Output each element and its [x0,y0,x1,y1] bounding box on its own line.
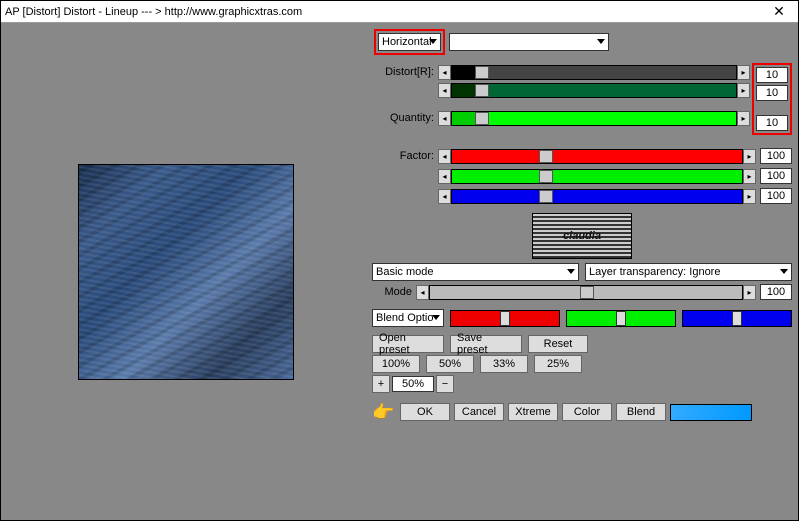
direction-dropdown[interactable]: Horizontal [378,33,441,51]
arrow-left-icon[interactable]: ◂ [438,189,451,204]
arrow-left-icon[interactable]: ◂ [438,83,451,98]
factor-r-value[interactable]: 100 [760,148,792,164]
ok-button[interactable]: OK [400,403,450,421]
zoom-50-button[interactable]: 50% [426,355,474,373]
arrow-left-icon[interactable]: ◂ [438,65,451,80]
arrow-right-icon[interactable]: ▸ [737,65,750,80]
reset-button[interactable]: Reset [528,335,588,353]
layer-dropdown[interactable]: Layer transparency: Ignore [585,263,792,281]
quantity-value[interactable]: 10 [756,115,788,131]
zoom-out-button[interactable]: − [436,375,454,393]
arrow-left-icon[interactable]: ◂ [416,285,429,300]
mode-slider[interactable]: ◂ ▸ [416,285,756,300]
blend-button[interactable]: Blend [616,403,666,421]
distort-r-value[interactable]: 10 [756,67,788,83]
preview-area [3,25,368,518]
titlebar: AP [Distort] Distort - Lineup --- > http… [1,1,798,23]
preview-image[interactable] [78,164,294,380]
mode-value[interactable]: 100 [760,284,792,300]
quantity-label: Quantity: [372,112,434,124]
zoom-100-button[interactable]: 100% [372,355,420,373]
main-panel: Horizontal Distort[R]: ◂ ▸ [1,23,798,520]
factor-b-value[interactable]: 100 [760,188,792,204]
factor-g-slider[interactable]: ◂ ▸ [438,169,756,184]
mode-slider-label: Mode [372,286,412,298]
window-title: AP [Distort] Distort - Lineup --- > http… [5,6,764,18]
distort-g-value[interactable]: 10 [756,85,788,101]
arrow-left-icon[interactable]: ◂ [438,149,451,164]
mode-dropdown[interactable]: Basic mode [372,263,579,281]
quantity-slider[interactable]: ◂ ▸ [438,111,750,126]
zoom-25-button[interactable]: 25% [534,355,582,373]
blend-green-slider[interactable] [566,310,676,327]
zoom-value[interactable]: 50% [392,376,434,392]
distort-r-slider[interactable]: ◂ ▸ [438,65,750,80]
distort-label: Distort[R]: [372,66,434,78]
close-button[interactable]: ✕ [764,3,794,21]
arrow-right-icon[interactable]: ▸ [743,189,756,204]
color-swatch[interactable] [670,404,752,421]
factor-b-slider[interactable]: ◂ ▸ [438,189,756,204]
distort-g-slider[interactable]: ◂ ▸ [438,83,750,98]
arrow-right-icon[interactable]: ▸ [743,169,756,184]
arrow-left-icon[interactable]: ◂ [438,111,451,126]
open-preset-button[interactable]: Open preset [372,335,444,353]
direction-value: Horizontal [382,36,432,48]
save-preset-button[interactable]: Save preset [450,335,522,353]
arrow-right-icon[interactable]: ▸ [743,285,756,300]
secondary-dropdown[interactable] [449,33,609,51]
color-button[interactable]: Color [562,403,612,421]
arrow-right-icon[interactable]: ▸ [743,149,756,164]
blend-blue-slider[interactable] [682,310,792,327]
zoom-in-button[interactable]: + [372,375,390,393]
arrow-left-icon[interactable]: ◂ [438,169,451,184]
blend-option-dropdown[interactable]: Blend Optio [372,309,444,327]
xtreme-button[interactable]: Xtreme [508,403,558,421]
blend-red-slider[interactable] [450,310,560,327]
logo: claudia [532,213,632,259]
controls-panel: Horizontal Distort[R]: ◂ ▸ [368,25,796,518]
arrow-right-icon[interactable]: ▸ [737,83,750,98]
factor-g-value[interactable]: 100 [760,168,792,184]
factor-label: Factor: [372,150,434,162]
factor-r-slider[interactable]: ◂ ▸ [438,149,756,164]
cancel-button[interactable]: Cancel [454,403,504,421]
pointer-icon: 👉 [372,402,396,423]
zoom-33-button[interactable]: 33% [480,355,528,373]
arrow-right-icon[interactable]: ▸ [737,111,750,126]
